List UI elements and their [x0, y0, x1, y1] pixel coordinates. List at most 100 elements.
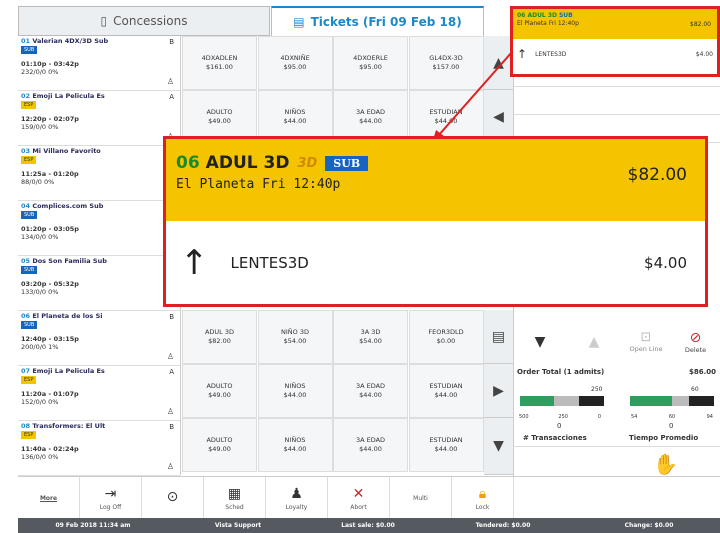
film-item[interactable]: 06 El Planeta de los Si SUB 12:40p - 03:… [18, 311, 180, 366]
film-stats: 200/0/0 1% [21, 343, 59, 351]
multi-button[interactable]: Multi [390, 477, 452, 519]
logout-icon: ⇥ [104, 485, 117, 502]
ticket-price: $44.00 [359, 445, 382, 453]
film-title: 01 Valerian 4DX/3D Sub [21, 37, 109, 45]
seat-icon: ♙ [166, 462, 174, 471]
film-item[interactable]: 04 Complices.com Sub SUB 01:20p - 03:05p… [18, 201, 180, 256]
status-bar: 09 Feb 2018 11:34 am Vista Support Last … [18, 518, 720, 533]
ticket-price: $95.00 [359, 63, 382, 71]
ticket-price-button[interactable]: NIÑO 3D $54.00 [257, 310, 333, 364]
ticket-price-button[interactable]: NIÑOS $44.00 [257, 418, 333, 472]
cart-line-zoom[interactable]: 06 ADUL 3D 3D SUB El Planeta Fri 12:40p $82… [163, 136, 708, 307]
ticket-price: $161.00 [206, 63, 233, 71]
ticket-type: NIÑOS [284, 436, 306, 444]
seat-icon: ♙ [166, 352, 174, 361]
ticket-price-button[interactable]: ADULTO $49.00 [182, 364, 257, 418]
open-line-button[interactable]: ⊡ Open Line [621, 320, 671, 363]
film-stats: 136/0/0 0% [21, 453, 59, 461]
ticket-price: $49.00 [208, 117, 231, 125]
ticket-price-button[interactable]: NIÑOS $44.00 [257, 364, 333, 418]
move-up-button[interactable]: ▲ [567, 320, 621, 363]
sched-button[interactable]: ▦ Sched [204, 477, 266, 519]
loyalty-button[interactable]: ♟ Loyalty [266, 477, 328, 519]
more-button[interactable]: More [18, 477, 80, 519]
film-stats: 134/0/0 0% [21, 233, 59, 241]
ticket-price-button[interactable]: 3A 3D $54.00 [333, 310, 408, 364]
hands-logo-icon: ✋ [653, 452, 678, 476]
tab-tickets[interactable]: ▤ Tickets (Fri 09 Feb 18) [271, 6, 484, 36]
arrow-up-icon: ↑ [517, 47, 528, 61]
scroll-down-button[interactable]: ▼ [484, 418, 513, 475]
lock-icon: 🔒︎ [478, 485, 487, 502]
film-item[interactable]: 02 Emoji La Pelicula Es ESP 12:20p - 02:… [18, 91, 180, 146]
ticket-price-button[interactable]: 4DXOERLE $95.00 [333, 36, 408, 90]
ticket-type: NIÑO 3D [281, 328, 309, 336]
ticket-type: 3A 3D [360, 328, 381, 336]
format-badge: SUB [21, 46, 38, 54]
logoff-button[interactable]: ⇥ Log Off [80, 477, 142, 519]
film-time: 11:40a - 02:24p [21, 445, 79, 453]
grid-view-button[interactable]: ▤ [484, 310, 513, 364]
film-title: 03 Mi Villano Favorito [21, 147, 101, 155]
screen-button[interactable]: ⊙ [142, 477, 204, 519]
film-stats: 152/0/0 0% [21, 398, 59, 406]
ticket-type: 4DXADLEN [201, 54, 238, 62]
seat-icon: ♙ [166, 407, 174, 416]
tab-concessions[interactable]: ▯ Concessions [18, 6, 270, 36]
film-stats: 232/0/0 0% [21, 68, 59, 76]
ticket-type: ADUL 3D [204, 328, 235, 336]
sub-badge: SUB [325, 155, 369, 171]
film-item[interactable]: 03 Mi Villano Favorito ESP 11:25a - 01:2… [18, 146, 180, 201]
film-item[interactable]: 08 Transformers: El Ult ESP 11:40a - 02:… [18, 421, 180, 476]
ticket-price-button[interactable]: FEOR3DLD $0.00 [408, 310, 484, 364]
ticket-price: $82.00 [208, 337, 231, 345]
close-icon: ✕ [352, 485, 365, 502]
film-time: 01:20p - 03:05p [21, 225, 79, 233]
abort-button[interactable]: ✕ Abort [328, 477, 390, 519]
format-badge: ESP [21, 101, 37, 109]
delete-button[interactable]: ⊘ Delete [671, 320, 720, 363]
rating: A [169, 368, 174, 376]
rating: A [169, 93, 174, 101]
ticket-price-button[interactable]: ESTUDIAN $44.00 [408, 364, 484, 418]
3d-glasses-icon: 3D [297, 155, 318, 171]
ticket-price-button[interactable]: ESTUDIAN $44.00 [408, 418, 484, 472]
ticket-price-button[interactable]: 3A EDAD $44.00 [333, 418, 408, 472]
ticket-price-button[interactable]: ADUL 3D $82.00 [182, 310, 257, 364]
film-item[interactable]: 01 Valerian 4DX/3D Sub SUB 01:10p - 03:4… [18, 36, 180, 91]
ticket-icon: ▤ [293, 15, 305, 29]
lock-button[interactable]: 🔒︎ Lock [452, 477, 514, 519]
ticket-type: 3A EDAD [355, 108, 386, 116]
delete-icon: ⊘ [689, 329, 702, 346]
ticket-price: $44.00 [434, 445, 458, 453]
film-title: 04 Complices.com Sub [21, 202, 104, 210]
ticket-price-button[interactable]: ADULTO $49.00 [182, 418, 257, 472]
film-time: 01:10p - 03:42p [21, 60, 79, 68]
triangle-down-icon: ▼ [493, 438, 504, 454]
ticket-price-button[interactable]: 4DXNIÑE $95.00 [257, 36, 333, 90]
ticket-price-button[interactable]: 3A EDAD $44.00 [333, 364, 408, 418]
ticket-price: $44.00 [359, 391, 382, 399]
film-title: 02 Emoji La Pelicula Es [21, 92, 105, 100]
film-item[interactable]: 05 Dos Son Familia Sub SUB 03:20p - 05:3… [18, 256, 180, 311]
film-stats: 159/0/0 0% [21, 123, 59, 131]
toolbar: More ⇥ Log Off ⊙ ▦ Sched ♟ Loyalty ✕ Abort M… [18, 476, 720, 519]
format-badge: SUB [21, 321, 38, 329]
ticket-type: ADULTO [206, 436, 233, 444]
film-stats: 88/0/0 0% [21, 178, 55, 186]
ticket-type: 4DXNIÑE [280, 54, 310, 62]
move-down-button[interactable]: ▼ [513, 320, 567, 363]
ticket-price-button[interactable]: 4DXADLEN $161.00 [182, 36, 257, 90]
ticket-type: ADULTO [206, 108, 233, 116]
cart-preview[interactable]: 06 ADUL 3D SUB El Planeta Fri 12:40p $82.0… [510, 6, 720, 77]
ticket-price: $54.00 [283, 337, 307, 345]
ticket-type: ESTUDIAN [429, 436, 463, 444]
film-item[interactable]: 07 Emoji La Pelicula Es ESP 11:20a - 01:… [18, 366, 180, 421]
ticket-price: $44.00 [283, 391, 307, 399]
ticket-type: FEOR3DLD [428, 328, 464, 336]
forward-button[interactable]: ▶ [484, 364, 513, 418]
ticket-price: $44.00 [359, 117, 382, 125]
lock-open-icon: ⊡ [640, 330, 652, 345]
film-time: 11:20a - 01:07p [21, 390, 79, 398]
ticket-price: $44.00 [283, 117, 307, 125]
